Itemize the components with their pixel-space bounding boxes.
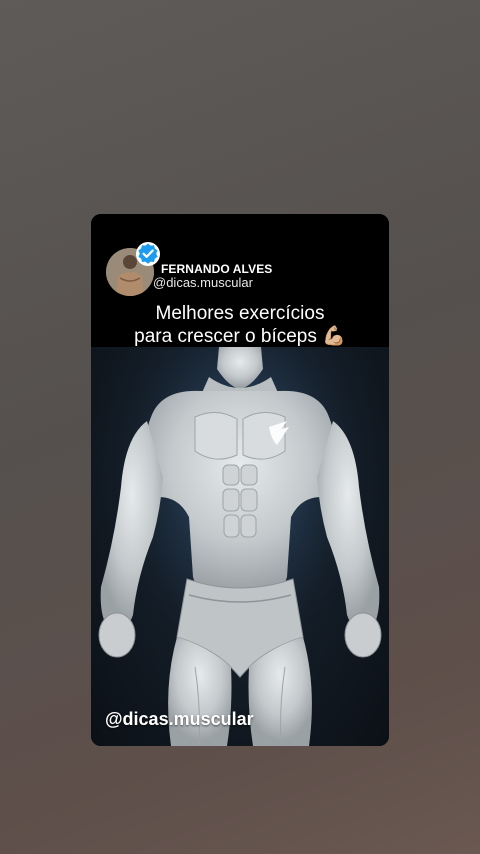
- post-title-line-2: para crescer o bíceps 💪🏼: [134, 326, 346, 347]
- author-name[interactable]: FERNANDO ALVES: [161, 262, 272, 276]
- watermark-handle: @dicas.muscular: [105, 709, 254, 729]
- post-header: FERNANDO ALVES @dicas.muscular Melhores …: [91, 214, 389, 347]
- post-card[interactable]: FERNANDO ALVES @dicas.muscular Melhores …: [91, 214, 389, 746]
- anatomy-figure-image: [91, 347, 389, 746]
- author-handle[interactable]: @dicas.muscular: [153, 275, 253, 290]
- post-title-line-1: Melhores exercícios: [155, 303, 325, 324]
- verified-badge-icon: [135, 241, 161, 267]
- muscle-anatomy-figure: [91, 347, 389, 746]
- post-title: Melhores exercícios para crescer o bícep…: [91, 302, 389, 348]
